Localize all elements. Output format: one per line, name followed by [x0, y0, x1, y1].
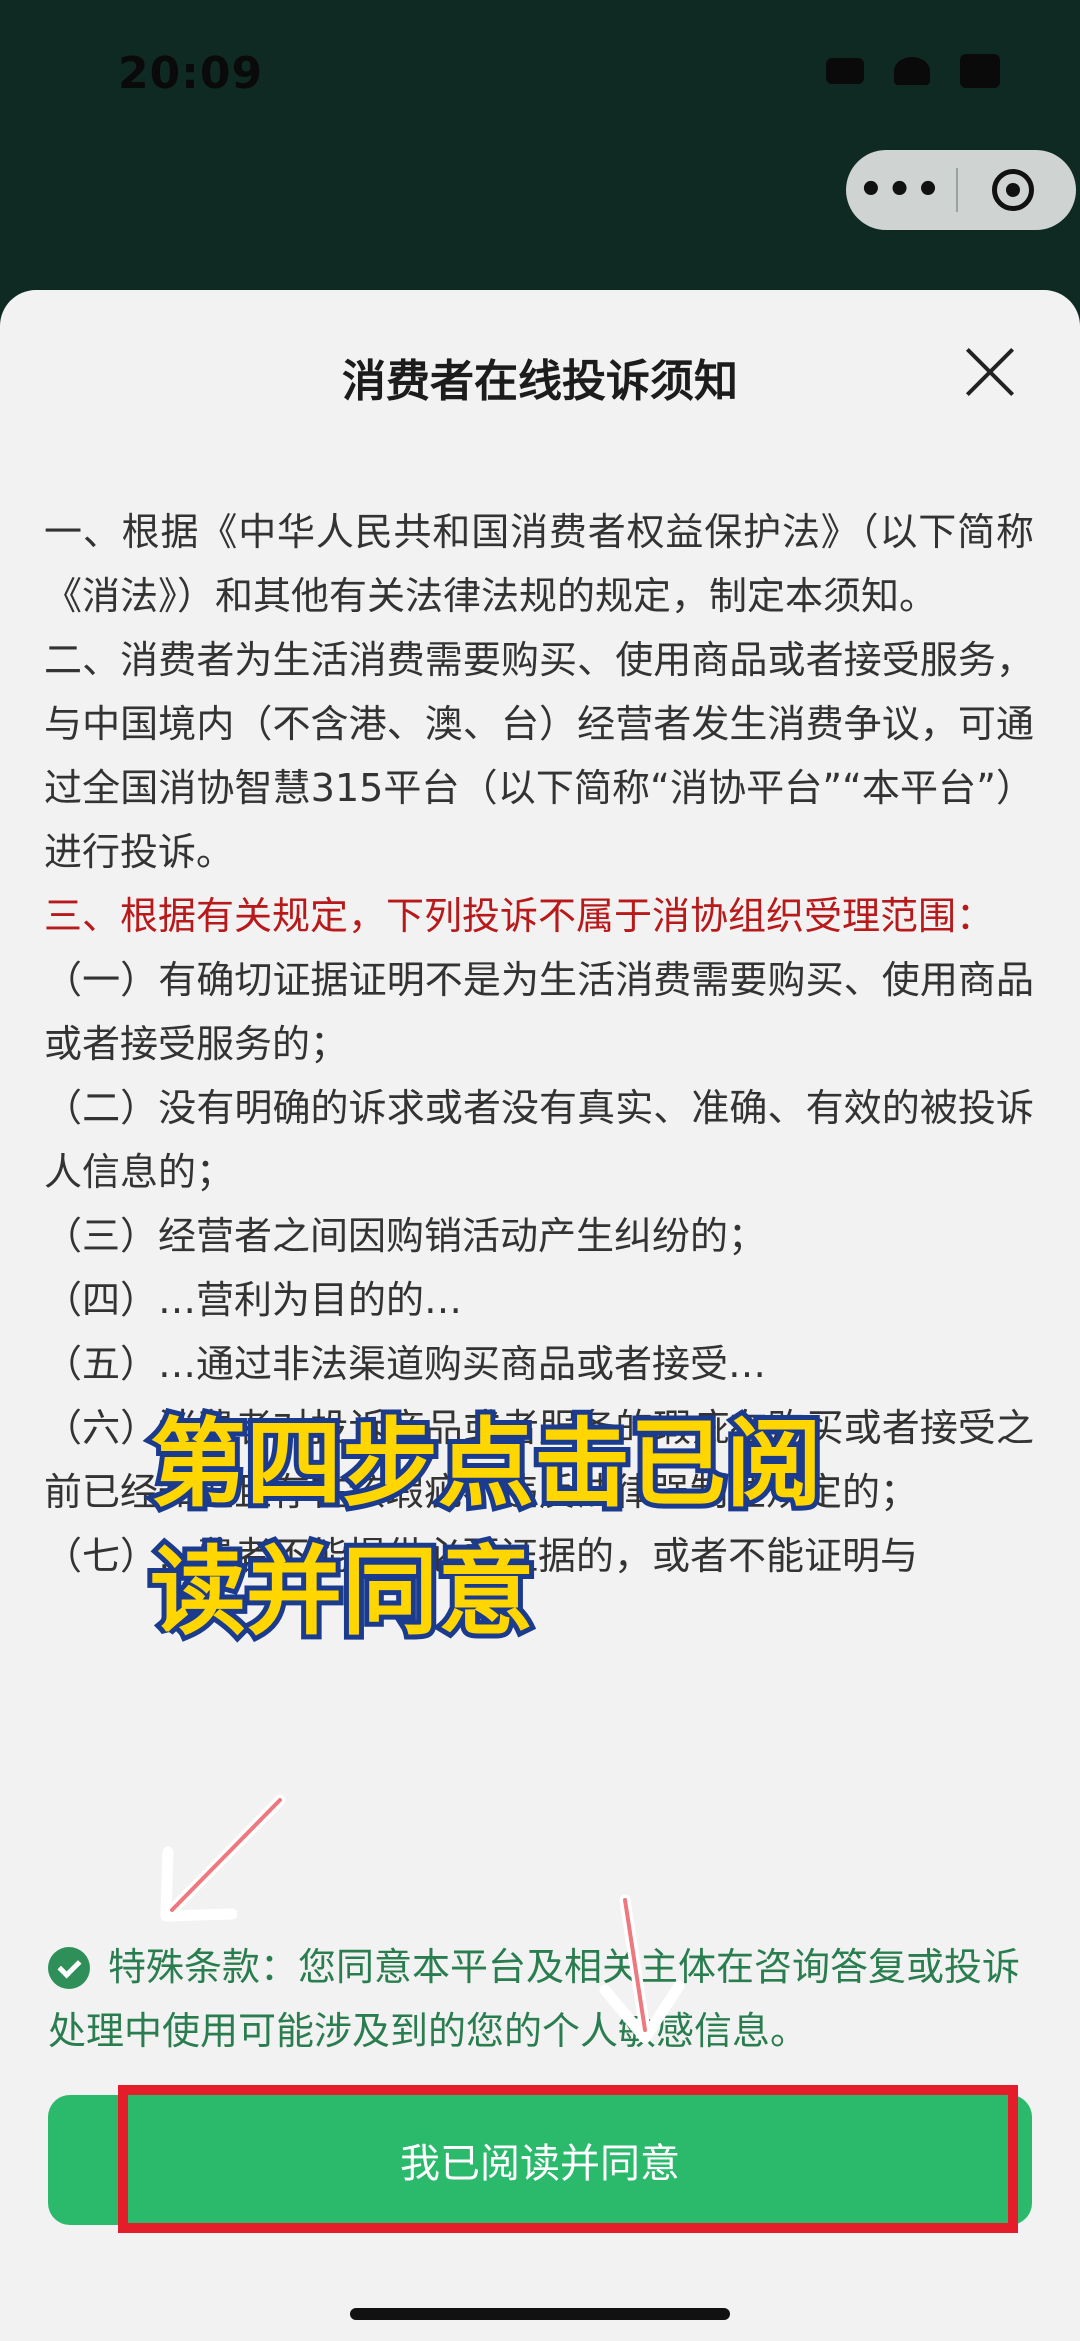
- status-icons: [826, 54, 1000, 88]
- more-icon[interactable]: •••: [846, 167, 956, 213]
- tutorial-caption-line-1: 第四步点击已阅: [145, 1403, 827, 1525]
- wifi-icon: [894, 57, 930, 85]
- arrow-to-checkbox-icon: [160, 1794, 286, 1922]
- signal-icon: [826, 58, 864, 84]
- notice-paragraph-3-heading: 三、根据有关规定，下列投诉不属于消协组织受理范围：: [44, 894, 995, 938]
- notice-item-2: （二）没有明确的诉求或者没有真实、准确、有效的被投诉人信息的；: [44, 1086, 1034, 1194]
- check-circle-icon[interactable]: [48, 1947, 90, 1989]
- complaint-notice-sheet: 消费者在线投诉须知 一、根据《中华人民共和国消费者权益保护法》（以下简称《消法》…: [0, 290, 1080, 2341]
- special-clause-text: 特殊条款：您同意本平台及相关主体在咨询答复或投诉处理中使用可能涉及到的您的个人敏…: [48, 1945, 1021, 2053]
- exit-mini-program-button[interactable]: [958, 169, 1068, 211]
- status-time: 20:09: [118, 48, 264, 99]
- home-indicator: [350, 2308, 730, 2320]
- tutorial-caption: 第四步点击已阅 读并同意: [145, 1400, 940, 1656]
- mini-program-capsule: •••: [846, 150, 1076, 230]
- sheet-title: 消费者在线投诉须知: [342, 356, 738, 407]
- notice-item-3: （三）经营者之间因购销活动产生纠纷的；: [44, 1214, 767, 1258]
- battery-icon: [960, 54, 1000, 88]
- notice-item-5: （五）…通过非法渠道购买商品或者接受…: [44, 1342, 767, 1386]
- close-icon[interactable]: [964, 346, 1016, 398]
- status-bar: 20:09: [0, 0, 1080, 150]
- notice-item-1: （一）有确切证据证明不是为生活消费需要购买、使用商品或者接受服务的；: [44, 958, 1034, 1066]
- notice-item-4: （四）…营利为目的的…: [44, 1278, 463, 1322]
- notice-paragraph-1: 一、根据《中华人民共和国消费者权益保护法》（以下简称《消法》）和其他有关法律法规…: [44, 510, 1034, 618]
- arrow-to-button-icon: [599, 1894, 685, 2044]
- agree-button-highlight: [118, 2085, 1018, 2233]
- target-icon: [992, 169, 1034, 211]
- tutorial-caption-line-2: 读并同意: [145, 1531, 539, 1653]
- special-clause[interactable]: 特殊条款：您同意本平台及相关主体在咨询答复或投诉处理中使用可能涉及到的您的个人敏…: [48, 1935, 1038, 2063]
- notice-paragraph-2: 二、消费者为生活消费需要购买、使用商品或者接受服务，与中国境内（不含港、澳、台）…: [44, 638, 1034, 874]
